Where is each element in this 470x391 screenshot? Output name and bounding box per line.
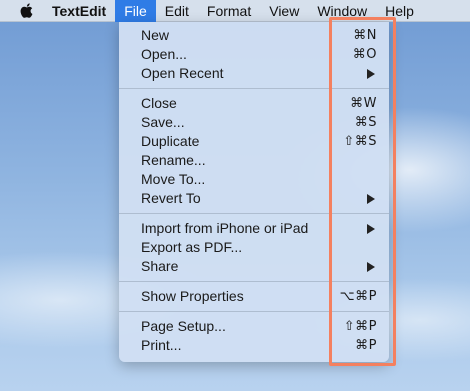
menubar-format[interactable]: Format: [198, 0, 260, 22]
menu-item-label: Close: [141, 95, 177, 111]
apple-menu[interactable]: [0, 0, 43, 22]
menu-item-label: Move To...: [141, 171, 206, 187]
menu-item-label: Revert To: [141, 190, 201, 206]
menubar-app-name[interactable]: TextEdit: [43, 0, 115, 22]
menu-item-label: Print...: [141, 337, 182, 353]
menu-item-label: New: [141, 27, 170, 43]
menubar-edit[interactable]: Edit: [156, 0, 198, 22]
menu-item-label: Open Recent: [141, 65, 224, 81]
menubar-file[interactable]: File: [115, 0, 156, 22]
menubar-view[interactable]: View: [260, 0, 308, 22]
menu-item-label: Open...: [141, 46, 187, 62]
menu-item-label: Save...: [141, 114, 185, 130]
menu-item-label: Export as PDF...: [141, 239, 243, 255]
menu-bar: TextEdit File Edit Format View Window He…: [0, 0, 470, 22]
menu-item-label: Show Properties: [141, 288, 244, 304]
apple-icon: [20, 3, 33, 18]
menu-item-label: Page Setup...: [141, 318, 226, 334]
menu-item-label: Share: [141, 258, 179, 274]
shortcut-annotation-box: [329, 17, 396, 366]
menu-item-label: Duplicate: [141, 133, 200, 149]
menu-item-label: Import from iPhone or iPad: [141, 220, 309, 236]
menu-item-label: Rename...: [141, 152, 206, 168]
